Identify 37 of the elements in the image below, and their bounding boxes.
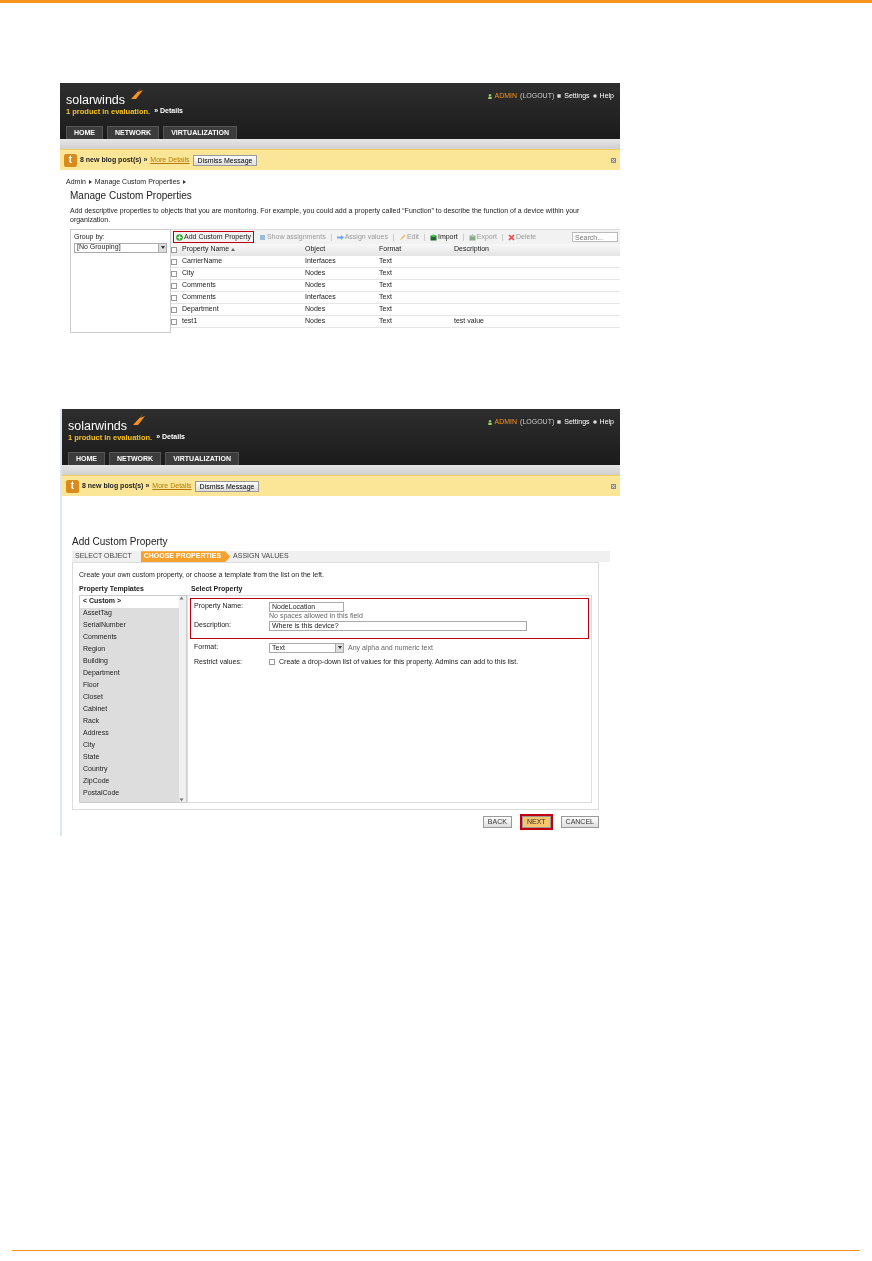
settings-icon bbox=[557, 94, 562, 99]
help-icon bbox=[592, 94, 597, 99]
select-all-checkbox[interactable] bbox=[171, 246, 177, 253]
user-icon bbox=[487, 93, 492, 99]
page-title: Add Custom Property bbox=[71, 535, 169, 549]
checkbox[interactable] bbox=[269, 659, 275, 666]
logo-text: solarwinds bbox=[66, 94, 126, 107]
scroll-up-icon[interactable] bbox=[179, 595, 184, 600]
row-checkbox[interactable] bbox=[171, 270, 177, 277]
row-checkbox[interactable] bbox=[171, 306, 177, 313]
close-icon[interactable] bbox=[611, 157, 616, 163]
row-checkbox[interactable] bbox=[171, 318, 177, 325]
breadcrumb-arrow-icon bbox=[183, 180, 187, 185]
breadcrumb-arrow-icon bbox=[88, 180, 92, 185]
dropdown-arrow-icon bbox=[160, 246, 165, 250]
arrow-icon bbox=[336, 233, 344, 241]
help-icon bbox=[592, 420, 597, 425]
user-icon bbox=[487, 419, 492, 425]
plus-icon bbox=[176, 233, 183, 241]
grid-icon bbox=[258, 233, 266, 241]
box-icon bbox=[429, 233, 437, 241]
pencil-icon bbox=[398, 233, 406, 241]
dropdown-arrow-icon bbox=[337, 646, 342, 650]
settings-icon bbox=[557, 420, 562, 425]
scrollbar[interactable] bbox=[179, 595, 186, 802]
box-icon bbox=[468, 233, 476, 241]
sort-arrow-icon bbox=[231, 248, 236, 252]
row-checkbox[interactable] bbox=[171, 258, 177, 265]
logo-text: solarwinds bbox=[68, 420, 128, 433]
close-icon bbox=[508, 233, 516, 241]
row-checkbox[interactable] bbox=[171, 294, 177, 301]
row-checkbox[interactable] bbox=[171, 282, 177, 289]
page-title: Manage Custom Properties bbox=[69, 189, 193, 203]
close-icon[interactable] bbox=[611, 483, 616, 489]
blog-icon: t bbox=[64, 153, 77, 167]
scroll-down-icon[interactable] bbox=[179, 797, 184, 802]
blog-icon: t bbox=[66, 479, 79, 493]
